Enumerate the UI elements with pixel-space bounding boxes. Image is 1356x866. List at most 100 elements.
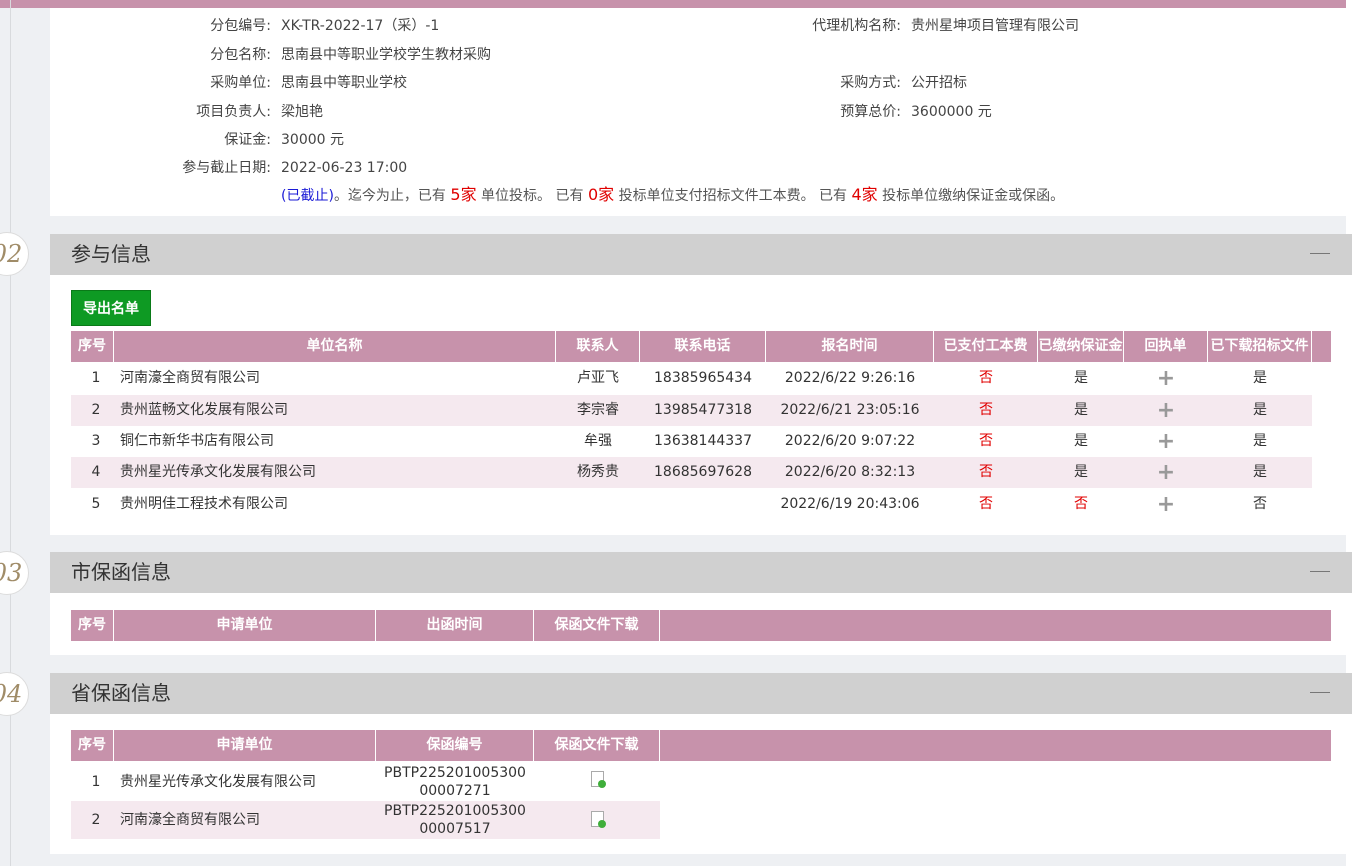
section-title: 参与信息: [71, 242, 151, 266]
guarantee-code-line2: 00007517: [419, 821, 491, 837]
phone: 13985477318: [654, 402, 752, 418]
collapse-icon[interactable]: [1310, 571, 1330, 572]
col-header: 保函编号: [376, 730, 534, 761]
downloaded: 是: [1253, 464, 1267, 480]
table-row: 3 铜仁市新华书店有限公司 牟强 13638144337 2022/6/20 9…: [71, 426, 1312, 457]
fee-paid: 否: [979, 496, 993, 512]
company-name: 贵州明佳工程技术有限公司: [120, 496, 288, 512]
fee-paid: 否: [979, 433, 993, 449]
download-file-icon[interactable]: [591, 771, 606, 788]
col-header: 序号: [71, 610, 114, 641]
guarantee-code-line1: PBTP225201005300: [384, 765, 526, 781]
phone: 18685697628: [654, 464, 752, 480]
col-header: 出函时间: [376, 610, 534, 641]
contact: [556, 489, 640, 520]
phone: 18385965434: [654, 370, 752, 386]
plus-icon[interactable]: +: [1124, 363, 1208, 394]
note-text-2: 单位投标。 已有: [476, 188, 588, 204]
participation-panel: 导出名单 序号 单位名称 联系人 联系电话 报名时间 已支付工本费 已缴纳保证金…: [50, 275, 1352, 535]
province-guarantee-panel: 序号 申请单位 保函编号 保函文件下载 1 贵州星光传承文化发展有限公司 PBT…: [50, 714, 1352, 854]
package-name-value: 思南县中等职业学校学生教材采购: [281, 47, 491, 63]
table-row: 4 贵州星光传承文化发展有限公司 杨秀贵 18685697628 2022/6/…: [71, 457, 1312, 488]
deadline-value: 2022-06-23 17:00: [281, 160, 408, 176]
deposit-count: 4家: [851, 185, 878, 204]
row-no: 2: [91, 402, 101, 418]
method-value: 公开招标: [911, 75, 967, 91]
col-header: 已支付工本费: [934, 331, 1038, 362]
col-header: 申请单位: [114, 730, 376, 761]
row-no: 1: [91, 370, 101, 386]
downloaded: 是: [1253, 370, 1267, 386]
company-name: 河南濠全商贸有限公司: [120, 812, 260, 828]
method-label: 采购方式:: [840, 75, 901, 91]
downloaded: 否: [1253, 496, 1267, 512]
plus-icon[interactable]: +: [1124, 395, 1208, 426]
deposit-label: 保证金:: [224, 132, 271, 148]
bid-status-note: (已截止)。迄今为止，已有 5家 单位投标。 已有 0家 投标单位支付招标文件工…: [281, 181, 1064, 205]
section-header-city-guarantee[interactable]: 市保函信息: [50, 552, 1352, 593]
col-header: 报名时间: [766, 331, 934, 362]
row-no: 5: [91, 496, 101, 512]
download-file-icon[interactable]: [591, 811, 606, 828]
col-header: 已下载招标文件: [1208, 331, 1312, 362]
row-no: 3: [91, 433, 101, 449]
company-name: 贵州星光传承文化发展有限公司: [120, 464, 316, 480]
fee-paid: 否: [979, 464, 993, 480]
phone: 13638144337: [654, 433, 752, 449]
signup-time: 2022/6/20 8:32:13: [784, 464, 916, 480]
col-header: 联系电话: [640, 331, 766, 362]
col-header: 序号: [71, 331, 114, 362]
deposit-paid: 是: [1074, 402, 1088, 418]
province-guarantee-table-header: 序号 申请单位 保函编号 保函文件下载: [71, 730, 1331, 761]
table-row: 1 河南濠全商贸有限公司 卢亚飞 18385965434 2022/6/22 9…: [71, 363, 1312, 394]
deposit-paid: 是: [1074, 433, 1088, 449]
top-accent-bar: [0, 0, 1356, 8]
col-header: 序号: [71, 730, 114, 761]
table-row: 2 河南濠全商贸有限公司 PBTP225201005300 00007517: [71, 801, 660, 839]
plus-icon[interactable]: +: [1124, 489, 1208, 520]
col-header: 联系人: [556, 331, 640, 362]
export-list-button[interactable]: 导出名单: [71, 290, 151, 326]
signup-time: 2022/6/20 9:07:22: [784, 433, 916, 449]
deposit-paid: 否: [1074, 496, 1088, 512]
note-text-3: 投标单位支付招标文件工本费。 已有: [614, 188, 852, 204]
deposit-paid: 是: [1074, 370, 1088, 386]
timeline-line: [10, 0, 11, 866]
row-no: 4: [91, 464, 101, 480]
table-row: 2 贵州蓝畅文化发展有限公司 李宗睿 13985477318 2022/6/21…: [71, 395, 1312, 426]
col-header: 保函文件下载: [534, 610, 660, 641]
fee-count: 0家: [587, 185, 615, 204]
section-header-province-guarantee[interactable]: 省保函信息: [50, 673, 1352, 714]
company-name: 河南濠全商贸有限公司: [120, 370, 260, 386]
participation-table-header: 序号 单位名称 联系人 联系电话 报名时间 已支付工本费 已缴纳保证金 回执单 …: [71, 331, 1331, 362]
plus-icon[interactable]: +: [1124, 426, 1208, 457]
package-name-label: 分包名称:: [210, 47, 271, 63]
downloaded: 是: [1253, 433, 1267, 449]
downloaded: 是: [1253, 402, 1267, 418]
collapse-icon[interactable]: [1310, 253, 1330, 254]
fee-paid: 否: [979, 402, 993, 418]
row-no: 1: [91, 774, 101, 790]
note-text-1: 。迄今为止，已有: [333, 188, 451, 204]
budget-value: 3600000 元: [911, 104, 992, 120]
guarantee-code-line2: 00007271: [419, 783, 491, 799]
contact: 杨秀贵: [577, 464, 619, 480]
guarantee-code: PBTP225201005300 00007271: [376, 764, 534, 800]
plus-icon[interactable]: +: [1124, 457, 1208, 488]
collapse-icon[interactable]: [1310, 692, 1330, 693]
fee-paid: 否: [979, 370, 993, 386]
bid-count: 5家: [450, 185, 477, 204]
section-header-participation[interactable]: 参与信息: [50, 234, 1352, 275]
col-header: 单位名称: [114, 331, 556, 362]
section-title: 市保函信息: [71, 560, 171, 584]
phone: [640, 489, 766, 520]
contact: 卢亚飞: [577, 370, 619, 386]
deposit-paid: 是: [1074, 464, 1088, 480]
col-header: 申请单位: [114, 610, 376, 641]
table-row: 1 贵州星光传承文化发展有限公司 PBTP225201005300 000072…: [71, 763, 660, 801]
deposit-value: 30000 元: [281, 132, 344, 148]
contact: 李宗睿: [577, 402, 619, 418]
signup-time: 2022/6/21 23:05:16: [780, 402, 920, 418]
city-guarantee-table-header: 序号 申请单位 出函时间 保函文件下载: [71, 610, 1331, 641]
row-no: 2: [91, 812, 101, 828]
